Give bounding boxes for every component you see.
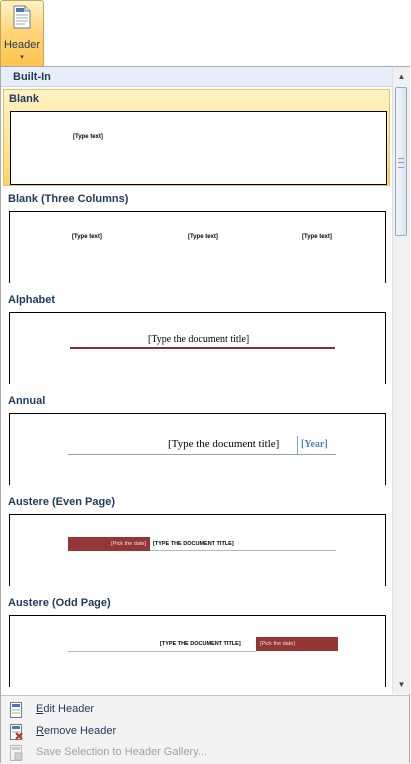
gallery-item-annual[interactable]: Annual [Type the document title] [Year] [3,392,390,489]
gallery-list: Blank [Type text] Blank (Three Columns) … [1,87,392,687]
gallery-item-blank[interactable]: Blank [Type text] [3,89,390,186]
vertical-scrollbar[interactable]: ▲ ▼ [392,67,410,694]
title-rule [70,347,335,349]
date-placeholder: [Pick the date] [256,637,338,651]
gallery-item-alphabet[interactable]: Alphabet [Type the document title] [3,291,390,388]
remove-header-button[interactable]: Remove Header [1,721,409,743]
placeholder-text: [Type text] [188,234,218,240]
command-menu: Edit Header Remove Header Save Selection… [1,695,409,764]
gallery-item-preview: [Type the document title] [Year] [9,413,386,485]
gallery-item-title: Blank [9,93,39,105]
scrollbar-thumb[interactable] [395,87,407,236]
save-selection-label: Save Selection to Header Gallery... [36,746,207,758]
year-placeholder: [Year] [301,439,328,450]
remove-header-icon [10,724,23,740]
section-title: Built-In [13,71,51,83]
edit-header-icon [10,702,22,718]
date-placeholder: [Pick the date] [68,537,150,551]
gallery-item-austere-odd[interactable]: Austere (Odd Page) [TYPE THE DOCUMENT TI… [3,594,390,687]
section-header: Built-In [1,67,392,87]
gallery-item-title: Annual [8,395,46,407]
title-rule [150,550,336,551]
placeholder-text: [Type text] [302,234,332,240]
placeholder-text: [Type text] [73,134,103,140]
scroll-down-icon[interactable]: ▼ [393,677,410,693]
gallery-item-title: Alphabet [8,294,56,306]
header-doc-icon [13,5,31,29]
divider [297,436,298,454]
gallery-item-austere-even[interactable]: Austere (Even Page) [Pick the date] [TYP… [3,493,390,590]
header-button-label: Header [3,39,41,51]
document-title-placeholder: [Type the document title] [168,438,280,450]
title-rule [68,651,256,652]
remove-header-label: Remove Header [36,725,117,737]
document-title-placeholder: [TYPE THE DOCUMENT TITLE] [153,541,234,547]
gallery-item-preview: [Pick the date] [TYPE THE DOCUMENT TITLE… [9,514,386,586]
chevron-down-icon: ▾ [20,54,24,61]
title-rule [68,454,336,455]
gallery-item-preview: [Type the document title] [9,312,386,384]
edit-header-button[interactable]: Edit Header [1,699,409,721]
gallery-item-blank-three-columns[interactable]: Blank (Three Columns) [Type text] [Type … [3,190,390,287]
grip-icon [398,158,404,168]
save-selection-button[interactable]: Save Selection to Header Gallery... [1,742,409,764]
gallery-item-preview: [Type text] [10,111,387,185]
scroll-up-icon[interactable]: ▲ [393,69,410,85]
gallery-item-preview: [Type text] [Type text] [Type text] [9,211,386,283]
document-title-placeholder: [Type the document title] [148,334,250,345]
gallery-item-title: Austere (Even Page) [8,496,115,508]
gallery-item-preview: [TYPE THE DOCUMENT TITLE] [Pick the date… [9,615,386,687]
gallery-item-title: Blank (Three Columns) [8,193,129,205]
header-button[interactable]: Header ▾ [0,0,44,66]
edit-header-label: Edit Header [36,703,95,715]
header-gallery: Built-In Blank [Type text] Blank (Three … [0,66,410,764]
save-to-gallery-icon [10,745,23,761]
gallery-item-title: Austere (Odd Page) [8,597,111,609]
placeholder-text: [Type text] [72,234,102,240]
document-title-placeholder: [TYPE THE DOCUMENT TITLE] [160,641,241,647]
